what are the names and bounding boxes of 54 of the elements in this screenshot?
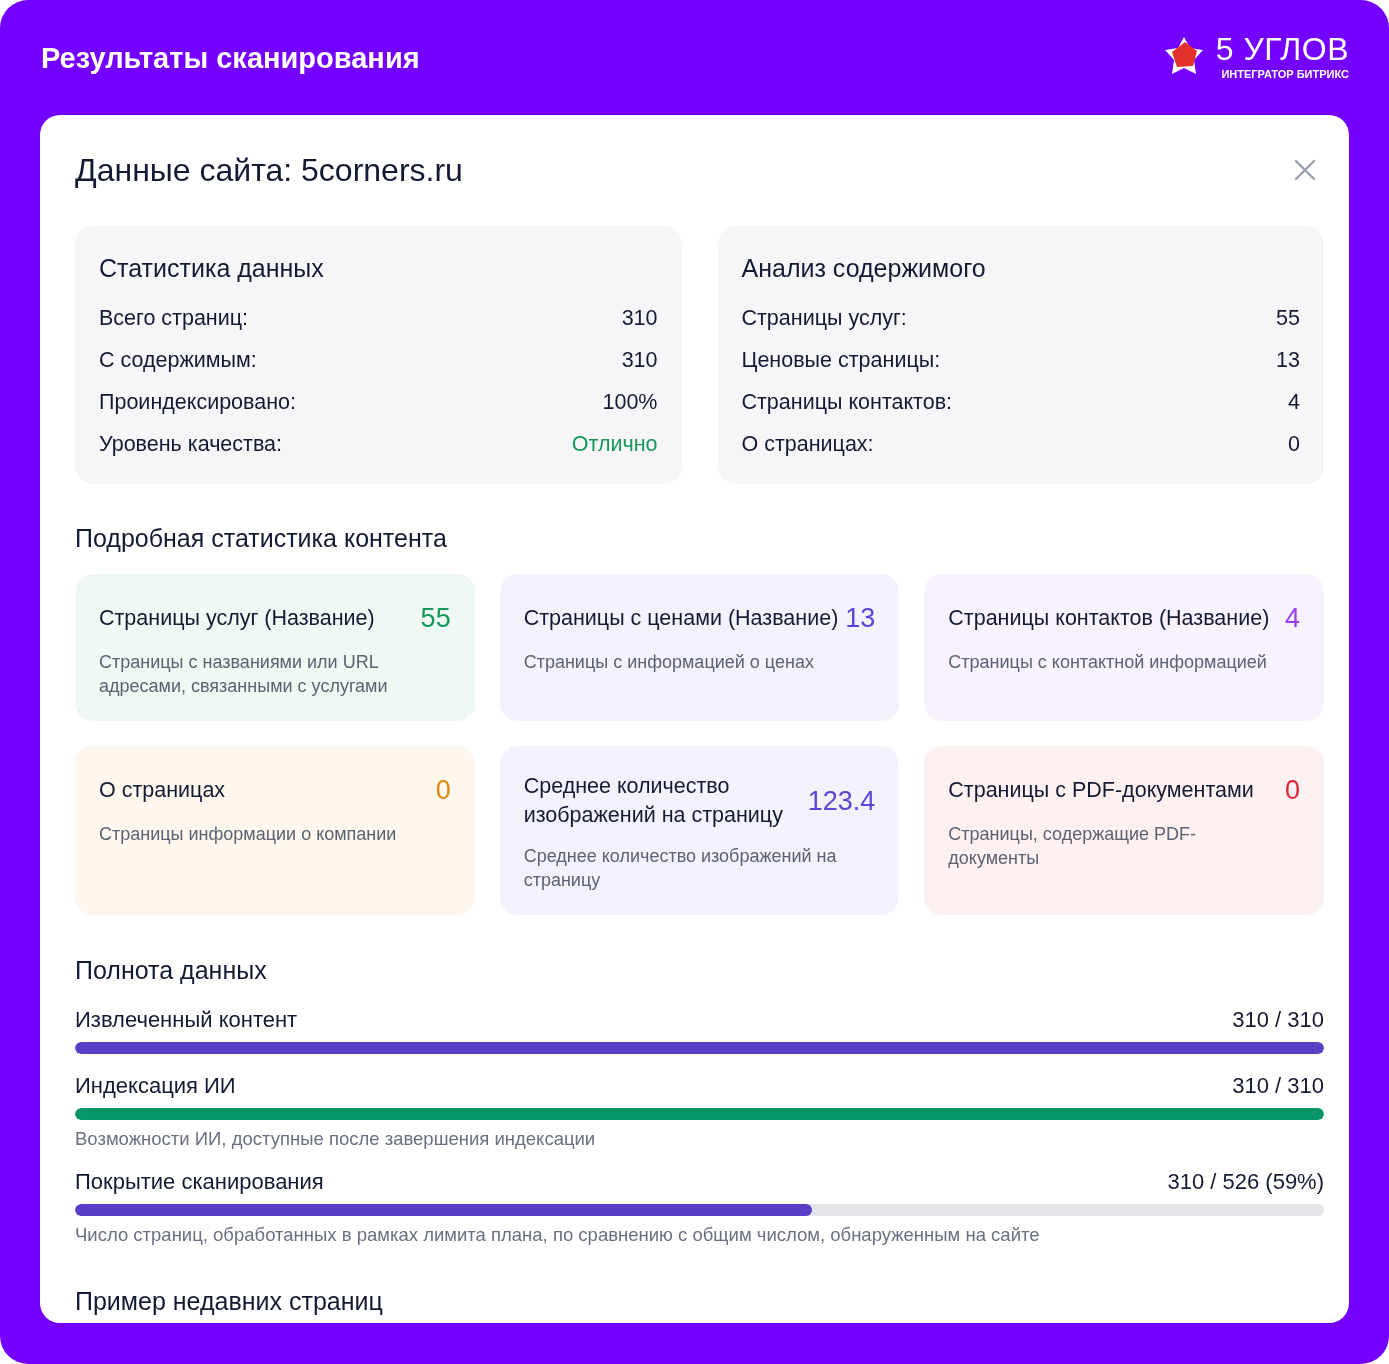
metric-title: Среднее количество изображений на страницу xyxy=(523,773,784,829)
stat-label: С содержимым: xyxy=(99,347,257,374)
card-title: Статистика данных xyxy=(99,253,325,284)
stat-label: Страницы контактов: xyxy=(741,389,953,416)
page-title: Результаты сканирования xyxy=(41,40,420,76)
metric-value: 0 xyxy=(435,774,451,807)
stat-label: Всего страниц: xyxy=(99,305,249,332)
stat-value: 310 xyxy=(621,305,658,332)
section-heading: Пример недавних страниц xyxy=(75,1286,384,1317)
section-heading: Полнота данных xyxy=(75,955,268,986)
metric-title: Страницы с PDF-документами xyxy=(948,776,1254,804)
progress-label: Извлеченный контент xyxy=(75,1006,298,1034)
progress-note: Число страниц, обработанных в рамках лимита плана, по сравнению с общим числом, обнаруженным на сайте xyxy=(75,1224,1041,1246)
stat-value: Отлично xyxy=(571,431,658,458)
metric-value: 0 xyxy=(1284,774,1300,807)
progress-note: Возможности ИИ, доступные после завершения индексации xyxy=(75,1128,597,1150)
close-icon xyxy=(1294,159,1316,181)
close-button[interactable] xyxy=(1294,159,1316,181)
section-heading: Подробная статистика контента xyxy=(75,523,448,554)
stat-value: 0 xyxy=(1288,431,1300,458)
metric-title: О страницах xyxy=(99,776,226,804)
stat-label: Страницы услуг: xyxy=(741,305,907,332)
progress-reading: 310 / 526 (59%) xyxy=(1167,1168,1324,1196)
stat-label: О страницах: xyxy=(741,431,874,458)
metric-title: Страницы с ценами (Название) xyxy=(523,604,839,632)
progress-label: Индексация ИИ xyxy=(75,1072,236,1100)
metric-title: Страницы контактов (Название) xyxy=(948,604,1270,632)
stat-label: Проиндексировано: xyxy=(99,389,297,416)
stat-value: 310 xyxy=(621,347,658,374)
progress-label: Покрытие сканирования xyxy=(75,1168,324,1196)
stat-value: 100% xyxy=(602,389,658,416)
metric-description: Страницы, содержащие PDF-документы xyxy=(948,823,1198,870)
metric-description: Страницы с контактной информацией xyxy=(948,651,1268,674)
dialog-title: Данные сайта: 5corners.ru xyxy=(75,151,463,189)
stat-value: 4 xyxy=(1288,389,1300,416)
metric-value: 123.4 xyxy=(807,785,876,818)
metric-description: Страницы с названиями или URL адресами, связанными с услугами xyxy=(99,651,389,698)
metric-value: 13 xyxy=(845,602,876,635)
logo-icon xyxy=(1163,35,1204,76)
metric-description: Страницы информации о компании xyxy=(99,823,398,846)
metric-value: 4 xyxy=(1284,602,1300,635)
stat-label: Ценовые страницы: xyxy=(741,347,941,374)
metric-description: Страницы с информацией о ценах xyxy=(523,651,815,674)
stat-value: 55 xyxy=(1276,305,1300,332)
logo-tagline: ИНТЕГРАТОР БИТРИКС xyxy=(1221,66,1349,81)
progress-reading: 310 / 310 xyxy=(1232,1006,1324,1034)
metric-description: Среднее количество изображений на страницу xyxy=(523,845,838,892)
logo-name: 5 УГЛОВ xyxy=(1215,30,1349,67)
progress-reading: 310 / 310 xyxy=(1232,1072,1324,1100)
stat-label: Уровень качества: xyxy=(99,431,283,458)
stat-value: 13 xyxy=(1276,347,1300,374)
metric-title: Страницы услуг (Название) xyxy=(99,604,375,632)
card-title: Анализ содержимого xyxy=(741,253,987,284)
metric-value: 55 xyxy=(420,602,451,635)
